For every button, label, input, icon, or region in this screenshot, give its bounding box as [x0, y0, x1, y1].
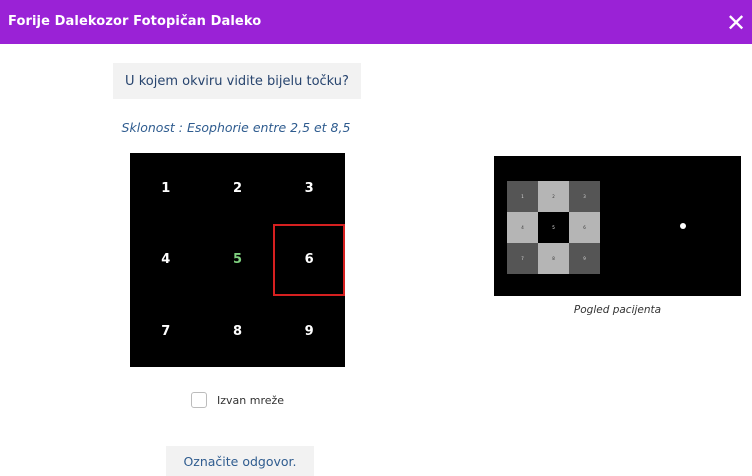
grid-cell-4[interactable]: 4 — [130, 224, 202, 295]
grid-cell-5[interactable]: 5 — [202, 224, 274, 295]
mini-cell-5: 5 — [538, 212, 569, 243]
patient-view-grid: 1 2 3 4 5 6 7 8 9 — [507, 181, 600, 274]
outside-grid-label: Izvan mreže — [217, 393, 285, 407]
white-dot — [680, 223, 686, 229]
outside-grid-checkbox[interactable] — [191, 392, 207, 408]
close-icon[interactable]: ✕ — [724, 8, 748, 38]
mini-cell-4: 4 — [507, 212, 538, 243]
patient-view-preview: 1 2 3 4 5 6 7 8 9 — [494, 156, 741, 296]
mini-cell-9: 9 — [569, 243, 600, 274]
grid-cell-6[interactable]: 6 — [273, 224, 345, 296]
submit-answer-button[interactable]: Označite odgovor. — [166, 446, 314, 476]
mini-cell-1: 1 — [507, 181, 538, 212]
question-text: U kojem okviru vidite bijelu točku? — [113, 63, 361, 99]
outside-grid-option[interactable]: Izvan mreže — [191, 392, 284, 408]
mini-cell-8: 8 — [538, 243, 569, 274]
title-bar: Forije Dalekozor Fotopičan Daleko ✕ — [0, 0, 752, 44]
patient-view-caption: Pogled pacijenta — [573, 304, 662, 316]
grid-cell-3[interactable]: 3 — [273, 153, 345, 224]
mini-cell-3: 3 — [569, 181, 600, 212]
grid-cell-9[interactable]: 9 — [273, 296, 345, 367]
window-title: Forije Dalekozor Fotopičan Daleko — [8, 14, 262, 29]
grid-cell-8[interactable]: 8 — [202, 296, 274, 367]
answer-grid: 1 2 3 4 5 6 7 8 9 — [130, 153, 345, 367]
grid-cell-7[interactable]: 7 — [130, 296, 202, 367]
grid-cell-2[interactable]: 2 — [202, 153, 274, 224]
mini-cell-2: 2 — [538, 181, 569, 212]
mini-cell-7: 7 — [507, 243, 538, 274]
tendency-text: Sklonost : Esophorie entre 2,5 et 8,5 — [121, 120, 351, 135]
mini-cell-6: 6 — [569, 212, 600, 243]
grid-cell-1[interactable]: 1 — [130, 153, 202, 224]
